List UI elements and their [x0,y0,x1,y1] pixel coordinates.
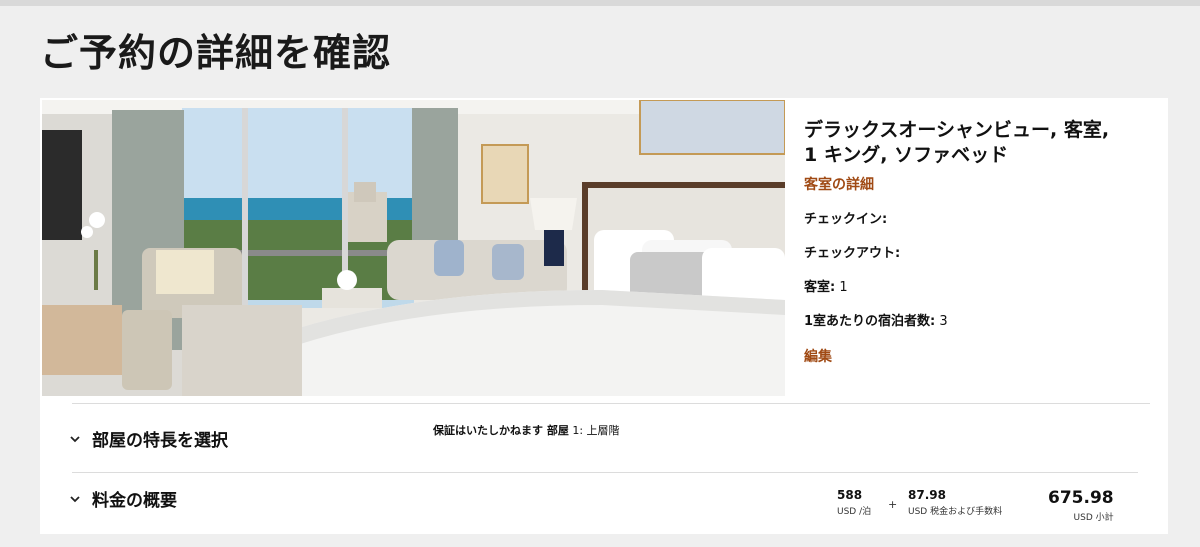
edit-link[interactable]: 編集 [804,346,1168,366]
room-features-toggle[interactable]: 部屋の特長を選択 [68,426,228,451]
subtotal-unit: USD 小計 [1073,513,1114,523]
guests-value: 3 [939,314,948,329]
features-note: 保証はいたしかねます 部屋 1: 上層階 [433,422,620,438]
room-photo [42,100,785,396]
room-details-link[interactable]: 客室の詳細 [804,174,1168,194]
chevron-down-icon [70,495,80,502]
reservation-card: デラックスオーシャンビュー, 客室, 1 キング, ソファベッド 客室の詳細 チ… [40,98,1168,534]
room-info: デラックスオーシャンビュー, 客室, 1 キング, ソファベッド 客室の詳細 チ… [804,118,1168,366]
checkin-label: チェックイン: [804,212,888,227]
rooms-row: 客室: 1 [804,276,1168,295]
features-note-value: 1: 上層階 [572,424,620,437]
top-bar [0,0,1200,6]
room-name: デラックスオーシャンビュー, 客室, 1 キング, ソファベッド [804,118,1168,168]
guests-row: 1室あたりの宿泊者数: 3 [804,310,1168,329]
checkout-label: チェックアウト: [804,246,901,261]
nightly-rate: 588 USD /泊 [837,488,871,517]
guests-label: 1室あたりの宿泊者数: [804,314,936,329]
page-title: ご予約の詳細を確認 [40,31,392,75]
chevron-down-icon [70,435,80,442]
taxes-fees: 87.98 USD 税金および手数料 [908,488,1002,517]
taxes-fees-value: 87.98 [908,488,946,502]
nightly-rate-value: 588 [837,488,863,502]
divider [72,403,1150,404]
subtotal-value: 675.98 [1048,488,1114,508]
divider [72,472,1138,473]
checkout-row: チェックアウト: [804,242,1168,261]
room-features-label: 部屋の特長を選択 [92,431,228,451]
room-name-line1: デラックスオーシャンビュー, 客室, [804,119,1110,141]
rooms-label: 客室: [804,280,836,295]
nightly-rate-unit: USD /泊 [837,507,872,517]
price-summary-label: 料金の概要 [92,491,177,511]
features-note-bold: 保証はいたしかねます 部屋 [433,424,569,437]
plus-sign: + [888,498,898,511]
subtotal: 675.98 USD 小計 [1048,488,1114,523]
rooms-value: 1 [839,280,848,295]
room-name-line2: 1 キング, ソファベッド [804,144,1009,166]
price-summary-toggle[interactable]: 料金の概要 [68,486,177,511]
checkin-row: チェックイン: [804,208,1168,227]
taxes-fees-unit: USD 税金および手数料 [908,507,1003,517]
